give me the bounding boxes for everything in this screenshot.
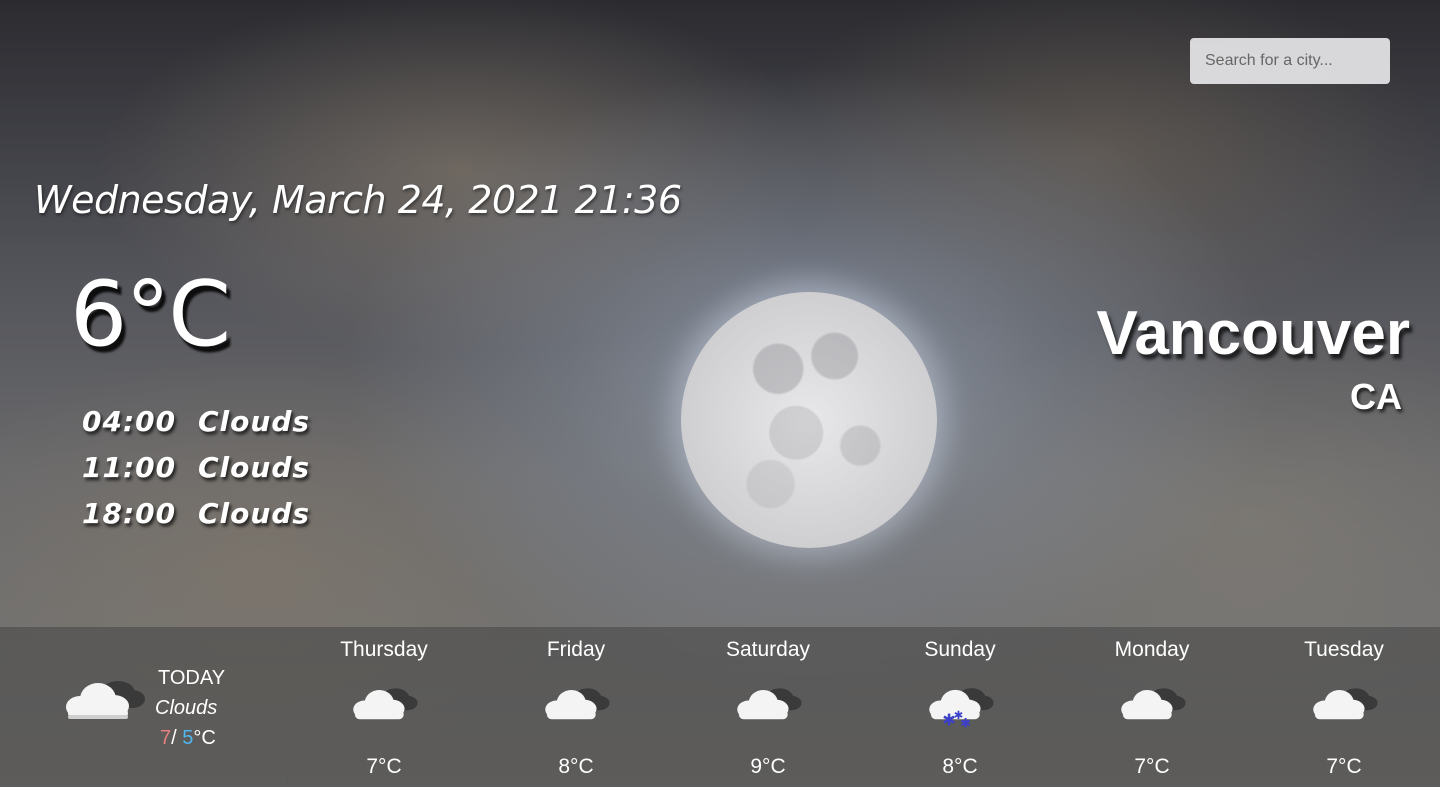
- hourly-time: 18:00: [82, 496, 177, 530]
- daily-forecast-list: Thursday 7°C Friday 8°C Saturday 9°C Sun…: [288, 627, 1440, 787]
- day-name: Sunday: [924, 638, 996, 661]
- today-label: TODAY: [158, 667, 226, 689]
- cloud-icon: [542, 683, 612, 723]
- cloud-icon: [62, 675, 148, 723]
- hourly-time: 11:00: [82, 450, 177, 484]
- day-forecast-monday: Monday 7°C: [1056, 627, 1248, 787]
- today-temperature-range: 7/ 5°C: [160, 727, 216, 750]
- day-name: Saturday: [725, 638, 811, 661]
- day-forecast-friday: Friday 8°C: [480, 627, 672, 787]
- day-name: Monday: [1114, 638, 1190, 661]
- hourly-item: 11:00 Clouds: [82, 444, 310, 490]
- city-search-input[interactable]: [1190, 38, 1390, 84]
- temp-unit: °C: [193, 727, 216, 749]
- day-temperature: 8°C: [942, 755, 978, 778]
- hourly-condition: Clouds: [198, 404, 311, 438]
- hourly-condition: Clouds: [198, 450, 311, 484]
- day-temperature: 7°C: [366, 755, 402, 778]
- current-temperature: 6°C: [70, 262, 231, 367]
- today-low-temp: 5: [182, 727, 194, 749]
- today-condition: Clouds: [155, 697, 218, 719]
- cloud-icon: [1118, 683, 1188, 723]
- hourly-time: 04:00: [82, 404, 177, 438]
- day-forecast-sunday: Sunday ✱ ✱ ✱ 8°C: [864, 627, 1056, 787]
- today-high-temp: 7: [160, 727, 172, 749]
- hourly-item: 04:00 Clouds: [82, 398, 310, 444]
- today-summary: TODAY Clouds 7/ 5°C: [0, 627, 288, 787]
- snow-cloud-icon: ✱ ✱ ✱: [926, 683, 996, 731]
- day-temperature: 7°C: [1134, 755, 1170, 778]
- cloud-icon: [734, 683, 804, 723]
- day-temperature: 9°C: [750, 755, 786, 778]
- hourly-item: 18:00 Clouds: [82, 490, 310, 536]
- hourly-forecast: 04:00 Clouds 11:00 Clouds 18:00 Clouds: [82, 398, 310, 536]
- moon-background-image: [681, 292, 937, 548]
- forecast-bar: TODAY Clouds 7/ 5°C Thursday 7°C Friday: [0, 627, 1440, 787]
- day-temperature: 8°C: [558, 755, 594, 778]
- cloud-icon: [1310, 683, 1380, 723]
- day-temperature: 7°C: [1326, 755, 1362, 778]
- day-name: Friday: [546, 638, 606, 661]
- day-forecast-tuesday: Tuesday 7°C: [1248, 627, 1440, 787]
- day-forecast-saturday: Saturday 9°C: [672, 627, 864, 787]
- hourly-condition: Clouds: [198, 496, 311, 530]
- day-forecast-thursday: Thursday 7°C: [288, 627, 480, 787]
- city-name: Vancouver: [1096, 299, 1410, 368]
- temp-separator: /: [171, 727, 183, 749]
- current-datetime: Wednesday, March 24, 2021 21:36: [34, 178, 682, 222]
- country-code: CA: [1350, 376, 1402, 417]
- day-name: Tuesday: [1304, 638, 1384, 661]
- cloud-icon: [350, 683, 420, 723]
- day-name: Thursday: [340, 638, 428, 661]
- svg-text:✱: ✱: [960, 716, 971, 731]
